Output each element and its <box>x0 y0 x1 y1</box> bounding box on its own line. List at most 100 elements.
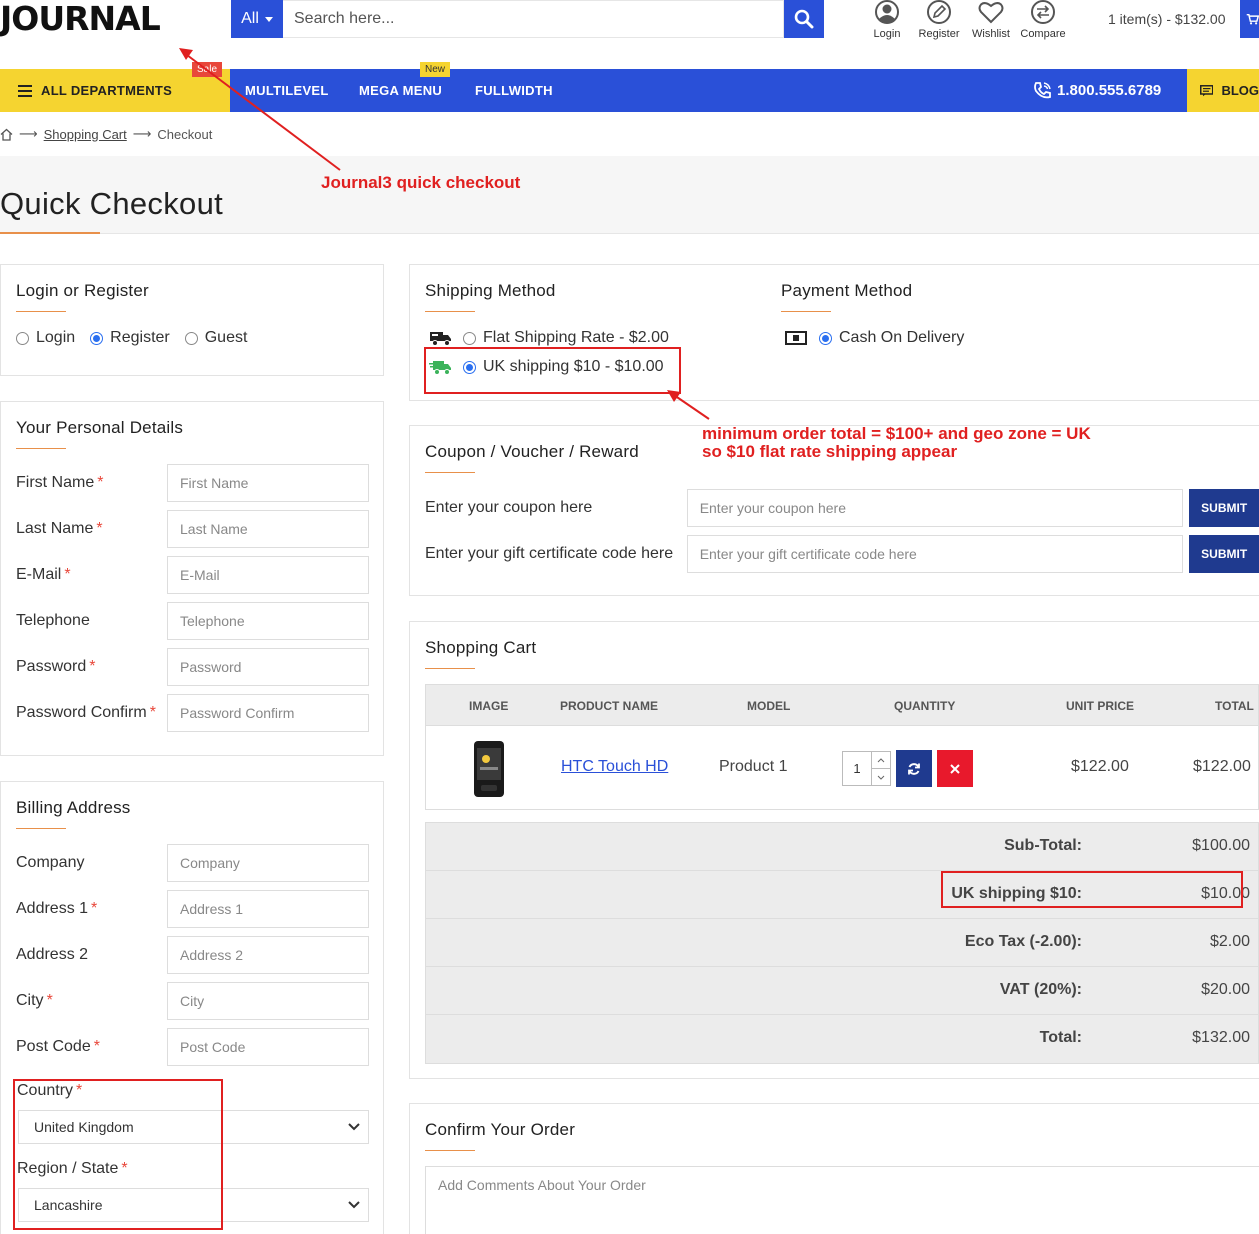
header-compare-link[interactable]: Compare <box>1019 0 1067 40</box>
radio-icon <box>463 331 476 345</box>
header-login-link[interactable]: Login <box>863 0 911 40</box>
search-bar: All <box>231 0 824 38</box>
telephone-input[interactable] <box>167 602 369 640</box>
product-name-link[interactable]: HTC Touch HD <box>561 758 668 776</box>
email-row: E-Mail * <box>16 556 369 594</box>
product-image[interactable] <box>471 739 507 799</box>
total-label: Sub-Total: <box>1004 837 1082 854</box>
password-label: Password * <box>16 658 96 675</box>
page-title: Quick Checkout <box>0 186 224 221</box>
search-button[interactable] <box>784 0 824 38</box>
breadcrumb: ⟶ Shopping Cart ⟶ Checkout <box>0 126 212 142</box>
blog-label: BLOG <box>1221 83 1259 98</box>
company-input[interactable] <box>167 844 369 882</box>
first-name-input[interactable] <box>167 464 369 502</box>
header-cart-button[interactable] <box>1240 0 1259 38</box>
nav-item-fullwidth[interactable]: FULLWIDTH <box>475 69 553 112</box>
breadcrumb-shopping-cart[interactable]: Shopping Cart <box>44 127 127 142</box>
quantity-down-icon[interactable] <box>872 769 890 785</box>
header-wishlist-link[interactable]: Wishlist <box>967 0 1015 40</box>
order-comments-textarea[interactable] <box>425 1166 1259 1234</box>
quantity-stepper[interactable]: 1 <box>842 751 891 786</box>
city-input[interactable] <box>167 982 369 1020</box>
last-name-input[interactable] <box>167 510 369 548</box>
shipping-option-flat[interactable]: Flat Shipping Rate - $2.00 <box>429 329 669 347</box>
col-image: IMAGE <box>469 699 509 713</box>
shopping-cart-title: Shopping Cart <box>425 638 537 657</box>
section-underline <box>425 668 475 669</box>
heart-icon <box>978 2 1004 24</box>
phone-link[interactable]: 1.800.555.6789 <box>1032 69 1161 112</box>
section-underline <box>425 1150 475 1151</box>
total-label: Eco Tax (-2.00): <box>964 933 1082 950</box>
site-logo[interactable]: JOURNAL <box>0 0 190 38</box>
chevron-down-icon <box>348 1201 360 1209</box>
radio-icon <box>16 331 29 345</box>
title-underline <box>0 232 100 234</box>
radio-icon <box>184 331 198 345</box>
update-quantity-button[interactable] <box>896 750 932 787</box>
coupon-code-input[interactable] <box>686 489 1184 527</box>
login-option-register[interactable]: Register <box>90 329 170 347</box>
company-label: Company <box>16 854 85 871</box>
breadcrumb-separator-icon: ⟶ <box>132 126 152 141</box>
col-product-name: PRODUCT NAME <box>560 699 658 713</box>
breadcrumb-separator-icon: ⟶ <box>19 126 38 141</box>
total-value: $100.00 <box>1192 837 1250 854</box>
remove-item-button[interactable] <box>937 750 973 787</box>
payment-option-cod[interactable]: Cash On Delivery <box>785 329 964 347</box>
payment-method-title: Payment Method <box>781 281 913 300</box>
postcode-input[interactable] <box>167 1028 369 1066</box>
blog-menu[interactable]: BLOG <box>1187 69 1259 112</box>
login-option-login[interactable]: Login <box>16 329 75 347</box>
coupon-code-row: Enter your coupon here SUBMIT <box>425 489 1259 527</box>
radio-label: Login <box>36 329 76 346</box>
annotation-box-shipping-total <box>941 871 1243 908</box>
annotation-note-shipping-line2: so $10 flat rate shipping appear <box>702 442 958 461</box>
hamburger-icon <box>18 84 32 97</box>
section-underline <box>16 828 66 829</box>
radio-checked-icon <box>819 331 832 345</box>
quantity-up-icon[interactable] <box>872 752 890 769</box>
total-label: VAT (20%): <box>999 981 1082 998</box>
postcode-row: Post Code * <box>16 1028 369 1066</box>
cart-totals: Sub-Total: $100.00 UK shipping $10: $10.00… <box>425 822 1259 1064</box>
header-register-label: Register <box>918 28 960 40</box>
login-register-title: Login or Register <box>16 281 149 300</box>
sale-badge: Sale <box>192 62 223 77</box>
home-icon[interactable] <box>0 128 13 141</box>
new-badge: New <box>420 62 451 77</box>
address1-input[interactable] <box>167 890 369 928</box>
header-cart-summary[interactable]: 1 item(s) - $132.00 <box>1108 11 1226 27</box>
gift-certificate-submit-button[interactable]: SUBMIT <box>1189 535 1259 573</box>
password-input[interactable] <box>167 648 369 686</box>
breadcrumb-checkout: Checkout <box>157 126 213 142</box>
gift-certificate-row: Enter your gift certificate code here SU… <box>425 535 1259 573</box>
login-option-guest[interactable]: Guest <box>184 329 247 347</box>
nav-item-multilevel[interactable]: MULTILEVEL <box>245 69 329 112</box>
password-row: Password * <box>16 648 369 686</box>
address2-input[interactable] <box>167 936 369 974</box>
password-confirm-input[interactable] <box>167 694 369 732</box>
address1-row: Address 1 * <box>16 890 369 928</box>
refresh-icon <box>908 762 920 775</box>
search-category-dropdown[interactable]: All <box>231 0 283 38</box>
email-label: E-Mail * <box>16 566 71 583</box>
section-underline <box>425 311 475 312</box>
billing-address-title: Billing Address <box>16 798 131 817</box>
header-register-link[interactable]: Register <box>915 0 963 40</box>
search-input[interactable] <box>283 0 784 38</box>
section-underline <box>781 311 831 312</box>
gift-certificate-input[interactable] <box>686 535 1184 573</box>
compare-icon <box>1031 0 1055 24</box>
line-total: $122.00 <box>1193 758 1251 775</box>
coupon-submit-button[interactable]: SUBMIT <box>1189 489 1259 527</box>
radio-label: Register <box>110 329 170 346</box>
postcode-label: Post Code * <box>16 1038 100 1055</box>
user-icon <box>875 0 899 24</box>
login-register-panel: Login or Register Login Register Guest <box>0 264 384 376</box>
total-value: $132.00 <box>1192 1029 1250 1046</box>
cart-table-header: IMAGE PRODUCT NAME MODEL QUANTITY UNIT P… <box>425 684 1259 726</box>
email-input[interactable] <box>167 556 369 594</box>
city-row: City * <box>16 982 369 1020</box>
